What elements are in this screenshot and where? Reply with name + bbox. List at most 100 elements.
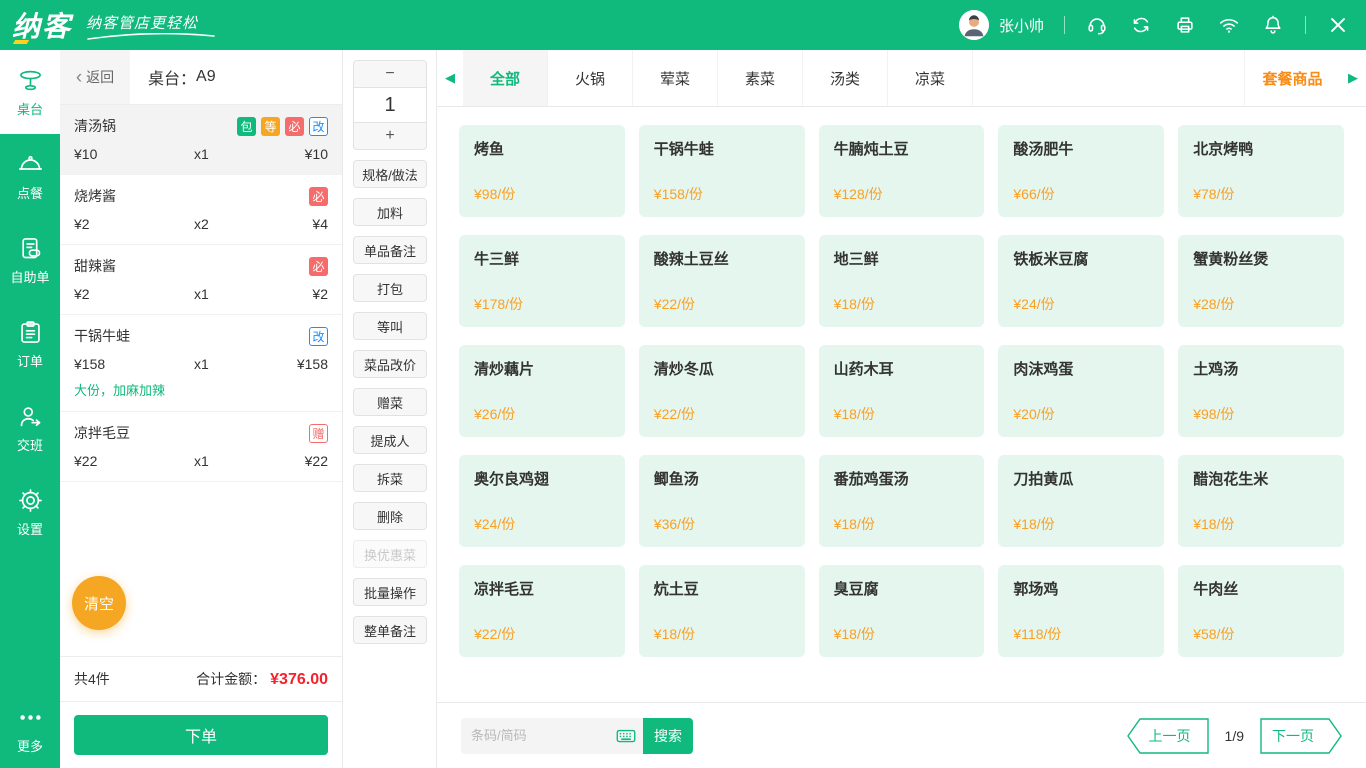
- category-scroll-left-icon[interactable]: ◀: [437, 50, 463, 106]
- order-item[interactable]: 清汤锅 包 等 必 改 ¥10 x1 ¥10: [60, 105, 342, 175]
- order-panel: ‹ 返回 桌台： A9 清汤锅 包 等 必 改 ¥10 x1 ¥10 烧烤酱 必…: [60, 50, 343, 768]
- wifi-icon[interactable]: [1217, 13, 1241, 37]
- close-icon[interactable]: [1326, 13, 1350, 37]
- category-spacer: [973, 50, 1244, 106]
- sync-icon[interactable]: [1129, 13, 1153, 37]
- item-remark-button[interactable]: 单品备注: [353, 236, 427, 264]
- tab-soup[interactable]: 汤类: [803, 50, 888, 106]
- dish-card[interactable]: 烤鱼 ¥98/份: [459, 125, 625, 217]
- gift-dish-button[interactable]: 赠菜: [353, 388, 427, 416]
- sidebar-label: 订单: [16, 353, 43, 369]
- headset-icon[interactable]: [1085, 13, 1109, 37]
- item-qty: x1: [194, 146, 209, 162]
- action-column: − 1 + 规格/做法 加料 单品备注 打包 等叫 菜品改价 赠菜 提成人 拆菜…: [343, 50, 437, 768]
- back-label: 返回: [86, 69, 115, 85]
- sidebar-item-settings[interactable]: 设置: [0, 470, 60, 554]
- dish-card[interactable]: 铁板米豆腐 ¥24/份: [998, 235, 1165, 327]
- keyboard-icon[interactable]: [609, 718, 643, 754]
- dish-card[interactable]: 土鸡汤 ¥98/份: [1178, 345, 1344, 437]
- order-item[interactable]: 干锅牛蛙 改 ¥158 x1 ¥158 大份，加麻加辣: [60, 315, 342, 412]
- dish-card[interactable]: 郭场鸡 ¥118/份: [998, 565, 1165, 657]
- order-panel-header: ‹ 返回 桌台： A9: [60, 50, 342, 105]
- item-name: 烧烤酱: [74, 188, 116, 204]
- sidebar-label: 交班: [16, 437, 43, 453]
- dish-card[interactable]: 奥尔良鸡翅 ¥24/份: [459, 455, 625, 547]
- dish-card[interactable]: 干锅牛蛙 ¥158/份: [638, 125, 805, 217]
- tab-vegetable[interactable]: 素菜: [718, 50, 803, 106]
- dish-card[interactable]: 牛腩炖土豆 ¥128/份: [818, 125, 985, 217]
- order-remark-button[interactable]: 整单备注: [353, 616, 427, 644]
- spec-method-button[interactable]: 规格/做法: [353, 160, 427, 188]
- batch-ops-button[interactable]: 批量操作: [353, 578, 427, 606]
- dish-card[interactable]: 北京烤鸭 ¥78/份: [1178, 125, 1344, 217]
- table-number: A9: [196, 68, 216, 85]
- sidebar-item-more[interactable]: 更多: [0, 690, 60, 768]
- sidebar: 桌台 点餐 自助单 订单 交班 设置 更多: [0, 50, 60, 768]
- commission-person-button[interactable]: 提成人: [353, 426, 427, 454]
- sidebar-item-orders[interactable]: 订单: [0, 302, 60, 386]
- barcode-search-input[interactable]: [461, 717, 609, 754]
- change-price-button[interactable]: 菜品改价: [353, 350, 427, 378]
- order-item[interactable]: 凉拌毛豆 赠 ¥22 x1 ¥22: [60, 412, 342, 482]
- dish-card[interactable]: 凉拌毛豆 ¥22/份: [459, 565, 625, 657]
- back-button[interactable]: ‹ 返回: [60, 50, 130, 104]
- search-button[interactable]: 搜索: [643, 717, 693, 754]
- wait-call-button[interactable]: 等叫: [353, 312, 427, 340]
- dish-card[interactable]: 清炒藕片 ¥26/份: [459, 345, 625, 437]
- qty-plus-button[interactable]: +: [353, 122, 427, 150]
- dish-card[interactable]: 清炒冬瓜 ¥22/份: [638, 345, 805, 437]
- sidebar-item-tables[interactable]: 桌台: [0, 50, 60, 134]
- more-dots-icon: [19, 714, 41, 720]
- prev-page-button[interactable]: 上一页: [1126, 717, 1209, 754]
- dish-card[interactable]: 牛肉丝 ¥58/份: [1178, 565, 1344, 657]
- dish-card[interactable]: 臭豆腐 ¥18/份: [818, 565, 985, 657]
- divider: [1305, 16, 1306, 34]
- topbar: 纳客 纳客管店更轻松 张小帅: [0, 0, 1366, 50]
- dish-card[interactable]: 山药木耳 ¥18/份: [818, 345, 985, 437]
- tab-meat[interactable]: 荤菜: [633, 50, 718, 106]
- split-dish-button[interactable]: 拆菜: [353, 464, 427, 492]
- sidebar-label: 自助单: [10, 269, 50, 285]
- takeout-button[interactable]: 打包: [353, 274, 427, 302]
- sidebar-item-order-food[interactable]: 点餐: [0, 134, 60, 218]
- dish-card[interactable]: 酸汤肥牛 ¥66/份: [998, 125, 1165, 217]
- sidebar-label: 点餐: [16, 185, 43, 201]
- sidebar-item-self-order[interactable]: 自助单: [0, 218, 60, 302]
- place-order-button[interactable]: 下单: [74, 715, 328, 755]
- dish-card[interactable]: 醋泡花生米 ¥18/份: [1178, 455, 1344, 547]
- dish-card[interactable]: 鲫鱼汤 ¥36/份: [638, 455, 805, 547]
- next-page-button[interactable]: 下一页: [1260, 717, 1342, 754]
- add-topping-button[interactable]: 加料: [353, 198, 427, 226]
- dish-card[interactable]: 酸辣土豆丝 ¥22/份: [638, 235, 805, 327]
- gear-icon: [18, 488, 42, 512]
- dish-card[interactable]: 肉沫鸡蛋 ¥20/份: [998, 345, 1165, 437]
- dish-card[interactable]: 蟹黄粉丝煲 ¥28/份: [1178, 235, 1344, 327]
- category-scroll-right-icon[interactable]: ▶: [1340, 50, 1366, 106]
- printer-icon[interactable]: [1173, 13, 1197, 37]
- dish-card[interactable]: 牛三鲜 ¥178/份: [459, 235, 625, 327]
- sidebar-label: 桌台: [16, 101, 43, 117]
- order-item[interactable]: 甜辣酱 必 ¥2 x1 ¥2: [60, 245, 342, 315]
- tab-combo[interactable]: 套餐商品: [1244, 50, 1340, 106]
- item-total: ¥158: [296, 356, 328, 372]
- quantity-stepper: − 1 +: [353, 60, 427, 150]
- clear-button[interactable]: 清空: [72, 576, 126, 630]
- table-title: 桌台： A9: [148, 68, 216, 88]
- delete-button[interactable]: 删除: [353, 502, 427, 530]
- badge-wait: 等: [261, 116, 280, 136]
- dish-card[interactable]: 番茄鸡蛋汤 ¥18/份: [818, 455, 985, 547]
- search-group: 搜索: [461, 717, 693, 754]
- item-qty: x1: [194, 286, 209, 302]
- sidebar-item-shift[interactable]: 交班: [0, 386, 60, 470]
- bell-icon[interactable]: [1261, 13, 1285, 37]
- sidebar-label: 更多: [16, 738, 43, 754]
- dish-card[interactable]: 地三鲜 ¥18/份: [818, 235, 985, 327]
- tab-hotpot[interactable]: 火锅: [548, 50, 633, 106]
- dish-card[interactable]: 刀拍黄瓜 ¥18/份: [998, 455, 1165, 547]
- tab-all[interactable]: 全部: [463, 50, 548, 106]
- order-item[interactable]: 烧烤酱 必 ¥2 x2 ¥4: [60, 175, 342, 245]
- tab-cold-dish[interactable]: 凉菜: [888, 50, 973, 106]
- avatar[interactable]: [958, 10, 989, 40]
- dish-card[interactable]: 炕土豆 ¥18/份: [638, 565, 805, 657]
- qty-minus-button[interactable]: −: [353, 60, 427, 88]
